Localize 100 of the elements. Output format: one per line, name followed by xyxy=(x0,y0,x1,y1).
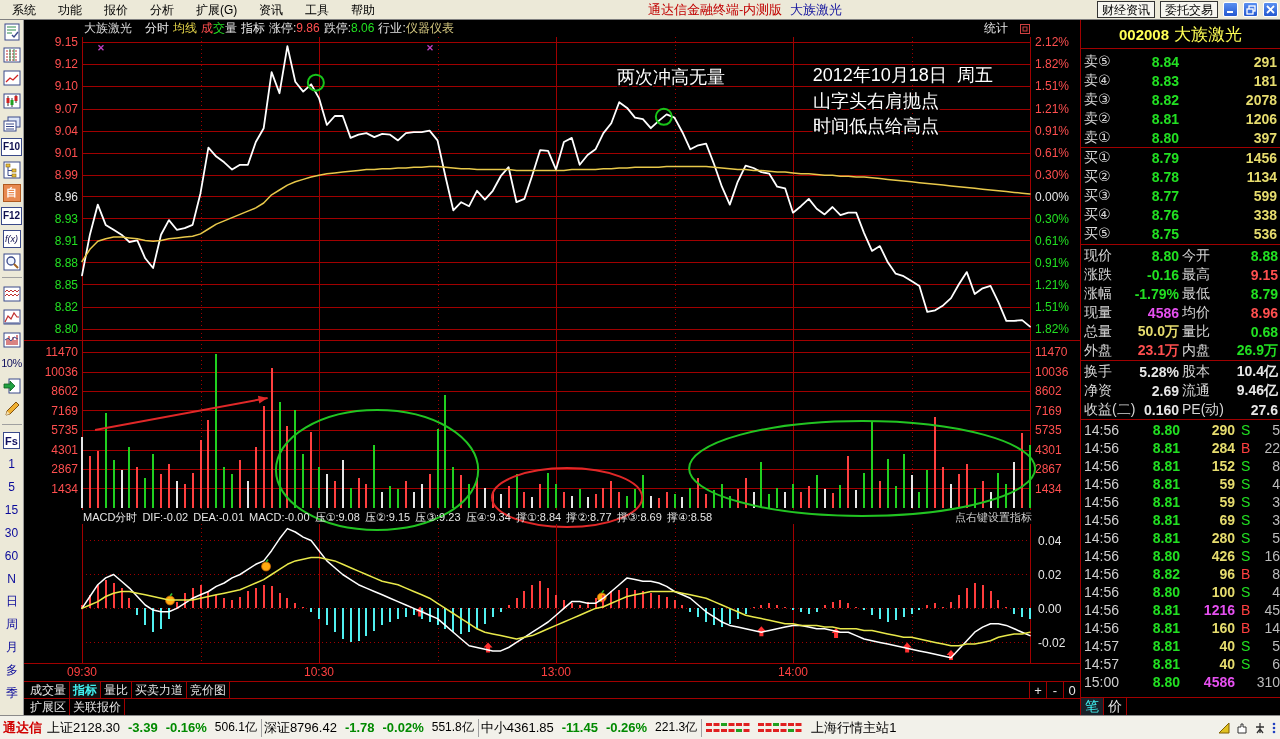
tick-volume: 100 xyxy=(1210,584,1235,600)
dots-icon[interactable] xyxy=(1272,721,1276,734)
tick-price: 8.81 xyxy=(1151,530,1180,546)
stock-title: 大族激光 xyxy=(790,0,843,19)
window-title: 通达信金融终端-内测版 xyxy=(648,0,783,19)
tick-side: S xyxy=(1240,476,1252,492)
table-icon[interactable] xyxy=(2,45,21,64)
checklist-icon[interactable] xyxy=(2,22,21,41)
menu-item[interactable]: 工具 xyxy=(294,0,341,19)
line-chart-icon[interactable] xyxy=(2,68,21,87)
period-button[interactable]: 月 xyxy=(3,638,20,657)
indicator-tab[interactable]: 成交量 xyxy=(27,682,70,698)
function-key-button[interactable]: F10 xyxy=(0,137,23,156)
order-volume: 397 xyxy=(1252,129,1277,146)
menu-item[interactable]: 帮助 xyxy=(340,0,387,19)
order-level-label: 买③ xyxy=(1084,186,1112,205)
tick-price: 8.81 xyxy=(1151,602,1180,618)
period-button[interactable]: 15 xyxy=(2,500,21,519)
indicator-value: DEA:-0.01 xyxy=(193,511,244,523)
order-level-label: 卖① xyxy=(1084,128,1112,147)
stats-button[interactable]: 统计 xyxy=(984,20,1008,37)
stock-name: 大族激光 xyxy=(1174,23,1243,46)
tick-time: 14:57 xyxy=(1084,656,1120,672)
menu-item[interactable]: 功能 xyxy=(47,0,93,19)
quote-value: -1.79% xyxy=(1134,285,1179,302)
restore-button[interactable] xyxy=(1243,2,1258,17)
tick-time: 14:56 xyxy=(1084,602,1120,618)
price-axis-label: 8.93 xyxy=(54,211,78,226)
menu-item[interactable]: 分析 xyxy=(139,0,185,19)
bar-chart-icon[interactable] xyxy=(2,330,21,349)
index-amount: 221.3亿 xyxy=(655,719,698,736)
menu-item[interactable]: 报价 xyxy=(93,0,139,19)
order-price: 8.81 xyxy=(1150,110,1179,127)
tick-side: B xyxy=(1240,602,1252,618)
indicator-tab[interactable]: 竞价图 xyxy=(187,682,230,698)
index-amount: 506.1亿 xyxy=(214,719,257,736)
market-lights-icon xyxy=(705,721,752,734)
tick-count: 22 xyxy=(1263,440,1280,456)
stock-name: 大族激光 xyxy=(84,20,132,37)
chart-mode-label[interactable]: 分时 xyxy=(145,20,169,37)
chart-mode-label[interactable]: 指标 xyxy=(241,20,265,37)
period-button[interactable]: 周 xyxy=(3,615,20,634)
function-key-button[interactable]: F12 xyxy=(0,206,23,225)
indicator-tab[interactable]: 量比 xyxy=(101,682,132,698)
tick-price: 8.81 xyxy=(1151,638,1180,654)
order-volume: 1206 xyxy=(1244,110,1277,127)
pencil-icon[interactable] xyxy=(2,399,21,418)
order-price: 8.84 xyxy=(1150,53,1179,70)
close-button[interactable] xyxy=(1263,2,1278,17)
tree-icon[interactable] xyxy=(2,160,21,179)
period-button[interactable]: 季 xyxy=(3,684,20,703)
period-button[interactable]: 日 xyxy=(3,592,20,611)
order-volume: 291 xyxy=(1252,53,1277,70)
period-button[interactable]: 5 xyxy=(6,477,17,496)
tick-count: 3 xyxy=(1271,512,1280,528)
minimize-button[interactable] xyxy=(1223,2,1238,17)
period-button[interactable]: 60 xyxy=(2,546,21,565)
toolbar-button[interactable]: 财经资讯 xyxy=(1097,1,1155,18)
triangle-icon[interactable] xyxy=(1218,721,1230,734)
toolbar-button[interactable]: 委托交易 xyxy=(1160,1,1218,18)
arrow-box-icon[interactable] xyxy=(2,376,21,395)
window-toggle-icon[interactable] xyxy=(1020,23,1030,34)
menu-item[interactable]: 扩展(G) xyxy=(185,0,249,19)
percent-axis-label: 0.91% xyxy=(1035,123,1070,138)
panel-tab[interactable]: 关联报价 xyxy=(70,699,125,715)
quote-value: 27.6 xyxy=(1250,401,1278,418)
detail-tab[interactable]: 笔 xyxy=(1081,698,1104,715)
indicator-tab[interactable]: 指标 xyxy=(70,682,101,698)
ratio-button[interactable]: 10% xyxy=(1,356,22,369)
order-volume: 2078 xyxy=(1244,91,1277,108)
area-chart-icon[interactable] xyxy=(2,307,21,326)
quote-value: 8.96 xyxy=(1250,304,1278,321)
quote-label: 净资 xyxy=(1084,381,1112,400)
function-key-button[interactable]: f(x) xyxy=(2,229,21,248)
percent-axis-label: 1.82% xyxy=(1035,57,1070,72)
indicator-tab[interactable]: 买卖力道 xyxy=(132,682,187,698)
figure-icon[interactable] xyxy=(1254,721,1266,734)
period-button[interactable]: 30 xyxy=(2,523,21,542)
search-icon[interactable] xyxy=(2,252,21,271)
wave-chart-icon[interactable] xyxy=(2,284,21,303)
house-icon[interactable] xyxy=(1236,721,1248,734)
candlestick-icon[interactable] xyxy=(2,91,21,110)
windows-icon[interactable] xyxy=(2,114,21,133)
quote-value: -0.16 xyxy=(1147,266,1179,283)
quote-label: 最高 xyxy=(1182,265,1210,284)
period-button[interactable]: N xyxy=(5,569,18,588)
indicator-value: DIF:-0.02 xyxy=(142,511,189,523)
chart-note: 山字头右肩抛点 xyxy=(812,91,939,112)
tick-volume: 4586 xyxy=(1202,674,1235,690)
tick-count: 6 xyxy=(1271,656,1280,672)
tick-time: 14:56 xyxy=(1084,440,1120,456)
menu-item[interactable]: 系统 xyxy=(1,0,47,19)
period-button[interactable]: 多 xyxy=(3,661,20,680)
panel-tab[interactable]: 扩展区 xyxy=(27,699,70,715)
order-volume: 1134 xyxy=(1245,168,1277,185)
menu-item[interactable]: 资讯 xyxy=(248,0,295,19)
function-button[interactable]: Fs xyxy=(3,432,20,449)
period-button[interactable]: 1 xyxy=(6,454,17,473)
tick-volume: 40 xyxy=(1218,656,1235,672)
percent-axis-label: 2.12% xyxy=(1035,35,1070,50)
